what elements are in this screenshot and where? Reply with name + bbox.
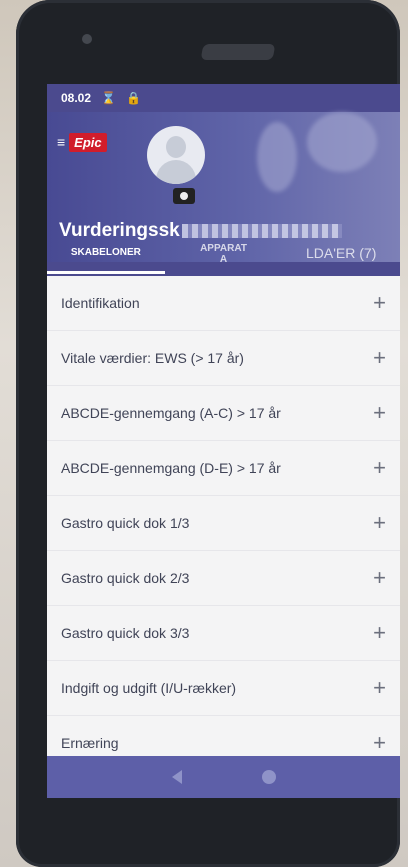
add-icon[interactable]: + bbox=[373, 675, 386, 701]
add-icon[interactable]: + bbox=[373, 455, 386, 481]
epic-logo[interactable]: ≡ Epic bbox=[57, 132, 111, 152]
photo-glare bbox=[307, 112, 377, 172]
list-item[interactable]: Identifikation + bbox=[47, 276, 400, 331]
menu-icon[interactable]: ≡ bbox=[57, 135, 65, 149]
status-time: 08.02 bbox=[61, 91, 92, 105]
list-item-label: Ernæring bbox=[61, 735, 119, 751]
tab-lda[interactable]: LDA'ER (7) bbox=[282, 234, 400, 274]
tab-bar: SKABELONER APPARAT A LDA'ER (7) bbox=[47, 234, 400, 274]
list-item-label: Gastro quick dok 3/3 bbox=[61, 625, 190, 641]
list-item-label: Identifikation bbox=[61, 295, 140, 311]
list-item-label: ABCDE-gennemgang (A-C) > 17 år bbox=[61, 405, 281, 421]
patient-avatar[interactable] bbox=[147, 126, 205, 184]
list-item-label: Vitale værdier: EWS (> 17 år) bbox=[61, 350, 244, 366]
list-item[interactable]: Gastro quick dok 2/3 + bbox=[47, 551, 400, 606]
epic-logo-badge: Epic bbox=[69, 132, 107, 152]
photo-glare bbox=[257, 122, 297, 192]
list-item[interactable]: Gastro quick dok 1/3 + bbox=[47, 496, 400, 551]
earpiece-speaker bbox=[200, 44, 276, 60]
app-screen: 08.02 ⌛ 🔒 ≡ Epic Vurderingssk SKABELONER… bbox=[47, 84, 400, 798]
home-icon[interactable] bbox=[261, 770, 276, 784]
list-item[interactable]: ABCDE-gennemgang (D-E) > 17 år + bbox=[47, 441, 400, 496]
list-item-label: Gastro quick dok 2/3 bbox=[61, 570, 190, 586]
list-item[interactable]: Vitale værdier: EWS (> 17 år) + bbox=[47, 331, 400, 386]
hourglass-icon: ⌛ bbox=[101, 91, 116, 105]
add-icon[interactable]: + bbox=[373, 400, 386, 426]
add-icon[interactable]: + bbox=[373, 290, 386, 316]
list-item-label: ABCDE-gennemgang (D-E) > 17 år bbox=[61, 460, 281, 476]
add-icon[interactable]: + bbox=[373, 730, 386, 756]
front-camera bbox=[82, 34, 92, 44]
status-bar: 08.02 ⌛ 🔒 bbox=[47, 84, 400, 112]
list-item[interactable]: Gastro quick dok 3/3 + bbox=[47, 606, 400, 661]
add-icon[interactable]: + bbox=[373, 620, 386, 646]
tab-skabeloner[interactable]: SKABELONER bbox=[47, 234, 165, 274]
camera-icon[interactable] bbox=[173, 188, 195, 204]
list-item[interactable]: ABCDE-gennemgang (A-C) > 17 år + bbox=[47, 386, 400, 441]
list-item-label: Indgift og udgift (I/U-rækker) bbox=[61, 680, 237, 696]
avatar-head bbox=[166, 136, 186, 158]
lock-icon: 🔒 bbox=[125, 91, 141, 105]
avatar-shoulders bbox=[156, 160, 196, 184]
list-item[interactable]: Indgift og udgift (I/U-rækker) + bbox=[47, 661, 400, 716]
template-list: Identifikation + Vitale værdier: EWS (> 1… bbox=[47, 276, 400, 771]
android-nav-bar bbox=[47, 756, 400, 798]
add-icon[interactable]: + bbox=[373, 510, 386, 536]
tab-apparat[interactable]: APPARAT A bbox=[165, 234, 283, 274]
add-icon[interactable]: + bbox=[373, 345, 386, 371]
back-icon[interactable] bbox=[171, 770, 182, 784]
add-icon[interactable]: + bbox=[373, 565, 386, 591]
list-item-label: Gastro quick dok 1/3 bbox=[61, 515, 190, 531]
